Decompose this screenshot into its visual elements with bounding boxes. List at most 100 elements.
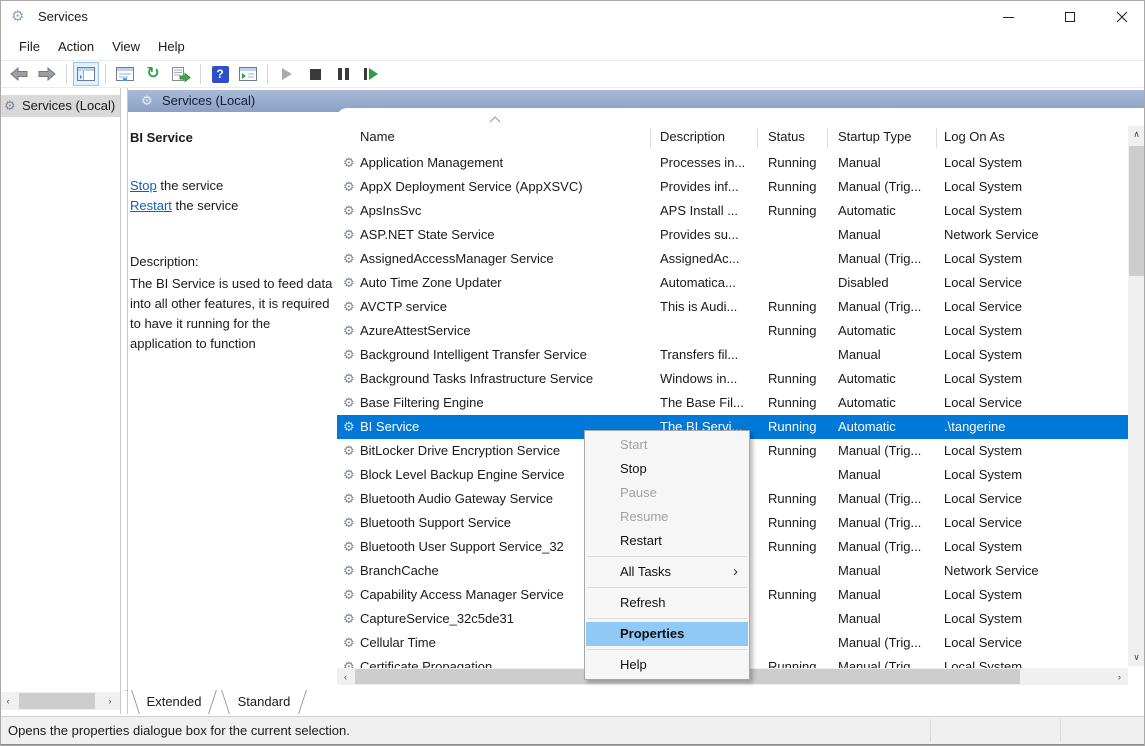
- cell-desc: The Base Fil...: [660, 391, 757, 415]
- title-bar: ⚙ Services: [0, 0, 1145, 34]
- restart-service-link[interactable]: Restart: [130, 198, 172, 213]
- cell-status: Running: [768, 583, 830, 607]
- cell-logon: Local Service: [944, 295, 1104, 319]
- column-divider[interactable]: [936, 128, 937, 148]
- column-header-log-on-as[interactable]: Log On As: [944, 126, 1005, 148]
- cell-status: Running: [768, 535, 830, 559]
- scroll-left-icon[interactable]: ‹: [337, 668, 354, 685]
- table-row[interactable]: ⚙AVCTP serviceThis is Audi...RunningManu…: [337, 295, 1128, 319]
- table-row[interactable]: ⚙AzureAttestServiceRunningAutomaticLocal…: [337, 319, 1128, 343]
- back-button[interactable]: [6, 62, 32, 86]
- panel-splitter[interactable]: [120, 88, 128, 714]
- status-bar-cell: [1060, 719, 1061, 742]
- column-header-description[interactable]: Description: [660, 126, 725, 148]
- status-message: Opens the properties dialogue box for th…: [8, 717, 350, 744]
- minimize-icon: [1003, 17, 1014, 18]
- start-service-button[interactable]: [274, 62, 300, 86]
- cell-logon: Local System: [944, 463, 1104, 487]
- menu-help[interactable]: Help: [149, 34, 194, 60]
- cell-desc: Transfers fil...: [660, 343, 757, 367]
- services-app-icon: ⚙: [11, 8, 24, 26]
- properties-button[interactable]: [112, 62, 138, 86]
- menu-file[interactable]: File: [10, 34, 49, 60]
- cell-startup: Manual: [838, 343, 935, 367]
- table-row[interactable]: ⚙Background Tasks Infrastructure Service…: [337, 367, 1128, 391]
- cell-desc: Windows in...: [660, 367, 757, 391]
- service-gear-icon: ⚙: [343, 631, 355, 655]
- cell-desc: AssignedAc...: [660, 247, 757, 271]
- tree-item-services-local[interactable]: ⚙ Services (Local): [0, 95, 120, 117]
- tab-standard[interactable]: Standard: [220, 690, 308, 714]
- cell-name: AppX Deployment Service (AppXSVC): [360, 175, 648, 199]
- column-divider[interactable]: [827, 128, 828, 148]
- context-menu-item-all-tasks[interactable]: All Tasks›: [585, 560, 749, 584]
- tree-scroll-right-icon[interactable]: ›: [102, 692, 118, 710]
- cell-name: ASP.NET State Service: [360, 223, 648, 247]
- extended-view-button[interactable]: [235, 62, 261, 86]
- column-divider[interactable]: [757, 128, 758, 148]
- tab-edge: [221, 690, 230, 714]
- cell-status: Running: [768, 319, 830, 343]
- service-gear-icon: ⚙: [343, 295, 355, 319]
- forward-button[interactable]: [34, 62, 60, 86]
- scroll-down-icon[interactable]: ∨: [1128, 649, 1145, 666]
- cell-desc: APS Install ...: [660, 199, 757, 223]
- show-console-tree-button[interactable]: [73, 62, 99, 86]
- table-row[interactable]: ⚙AppX Deployment Service (AppXSVC)Provid…: [337, 175, 1128, 199]
- table-row[interactable]: ⚙Background Intelligent Transfer Service…: [337, 343, 1128, 367]
- menu-separator: [587, 556, 747, 557]
- help-button[interactable]: ?: [207, 62, 233, 86]
- stop-service-line: Stop the service: [130, 176, 238, 196]
- refresh-button[interactable]: ↻: [140, 62, 166, 86]
- context-menu-item-help[interactable]: Help: [585, 653, 749, 677]
- export-list-icon: [172, 67, 191, 82]
- menu-action[interactable]: Action: [49, 34, 103, 60]
- tree-scrollbar-thumb[interactable]: [19, 693, 95, 709]
- vertical-scrollbar[interactable]: ∧ ∨: [1128, 126, 1145, 666]
- column-header-startup-type[interactable]: Startup Type: [838, 126, 911, 148]
- column-header-name[interactable]: Name: [360, 126, 395, 148]
- cell-status: Running: [768, 175, 830, 199]
- restart-service-button[interactable]: [358, 62, 384, 86]
- tree-scroll-left-icon[interactable]: ‹: [0, 692, 16, 710]
- pause-service-button[interactable]: [330, 62, 356, 86]
- cell-startup: Automatic: [838, 367, 935, 391]
- vertical-scrollbar-thumb[interactable]: [1129, 146, 1144, 276]
- column-header-status[interactable]: Status: [768, 126, 805, 148]
- cell-logon: Local System: [944, 175, 1104, 199]
- table-row[interactable]: ⚙ASP.NET State ServiceProvides su...Manu…: [337, 223, 1128, 247]
- minimize-button[interactable]: [985, 0, 1031, 34]
- table-row[interactable]: ⚙AssignedAccessManager ServiceAssignedAc…: [337, 247, 1128, 271]
- cell-name: AVCTP service: [360, 295, 648, 319]
- stop-service-link[interactable]: Stop: [130, 178, 157, 193]
- tree-item-label: Services (Local): [22, 98, 115, 113]
- properties-icon: [116, 67, 134, 81]
- close-icon: [1116, 11, 1128, 23]
- context-menu-item-properties[interactable]: Properties: [586, 622, 748, 646]
- cell-status: Running: [768, 511, 830, 535]
- table-row[interactable]: ⚙Base Filtering EngineThe Base Fil...Run…: [337, 391, 1128, 415]
- context-menu-item-restart[interactable]: Restart: [585, 529, 749, 553]
- context-menu-item-resume: Resume: [585, 505, 749, 529]
- close-button[interactable]: [1099, 0, 1145, 34]
- table-row[interactable]: ⚙Auto Time Zone UpdaterAutomatica...Disa…: [337, 271, 1128, 295]
- maximize-button[interactable]: [1047, 0, 1093, 34]
- tree-horizontal-scrollbar[interactable]: ‹ ›: [0, 692, 120, 710]
- context-menu-item-refresh[interactable]: Refresh: [585, 591, 749, 615]
- table-row[interactable]: ⚙Application ManagementProcesses in...Ru…: [337, 151, 1128, 175]
- tab-extended[interactable]: Extended: [130, 690, 218, 714]
- cell-logon: Local System: [944, 247, 1104, 271]
- cell-startup: Disabled: [838, 271, 935, 295]
- stop-service-button[interactable]: [302, 62, 328, 86]
- cell-name: Application Management: [360, 151, 648, 175]
- column-divider[interactable]: [650, 128, 651, 148]
- menu-view[interactable]: View: [103, 34, 149, 60]
- services-header-icon: ⚙: [141, 90, 153, 112]
- service-gear-icon: ⚙: [343, 247, 355, 271]
- scroll-up-icon[interactable]: ∧: [1128, 126, 1145, 143]
- table-row[interactable]: ⚙ApsInsSvcAPS Install ...RunningAutomati…: [337, 199, 1128, 223]
- cell-startup: Manual (Trig...: [838, 511, 935, 535]
- context-menu-item-stop[interactable]: Stop: [585, 457, 749, 481]
- scroll-right-icon[interactable]: ›: [1111, 668, 1128, 685]
- export-list-button[interactable]: [168, 62, 194, 86]
